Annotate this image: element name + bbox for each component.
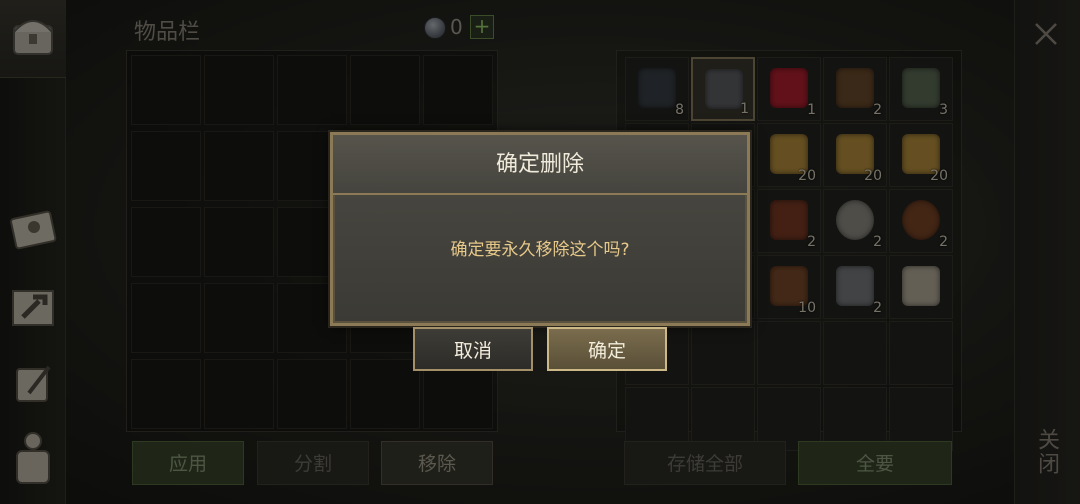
cancel-button[interactable]: 取消	[413, 327, 533, 371]
dialog-title: 确定删除	[495, 152, 584, 177]
dialog-message: 确定要永久移除这个吗?	[450, 240, 630, 260]
confirm-delete-dialog: 确定删除 确定要永久移除这个吗?	[330, 132, 750, 326]
confirm-button[interactable]: 确定	[547, 327, 667, 371]
